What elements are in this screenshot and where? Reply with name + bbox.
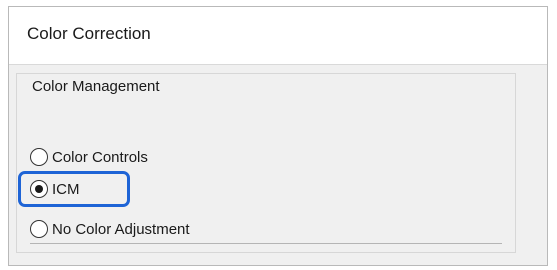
radio-color-controls[interactable]: Color Controls: [30, 145, 148, 169]
icm-highlight-box: [18, 171, 130, 207]
radio-button-color-controls[interactable]: [30, 148, 48, 166]
dialog-title: Color Correction: [27, 24, 151, 43]
radio-label-no-color-adjustment: No Color Adjustment: [52, 220, 190, 238]
divider: [30, 243, 502, 244]
radio-button-no-color-adjustment[interactable]: [30, 220, 48, 238]
group-legend: Color Management: [28, 78, 164, 95]
radio-label-color-controls: Color Controls: [52, 148, 148, 166]
dialog-header: Color Correction: [9, 7, 547, 65]
radio-no-color-adjustment[interactable]: No Color Adjustment: [30, 217, 190, 241]
